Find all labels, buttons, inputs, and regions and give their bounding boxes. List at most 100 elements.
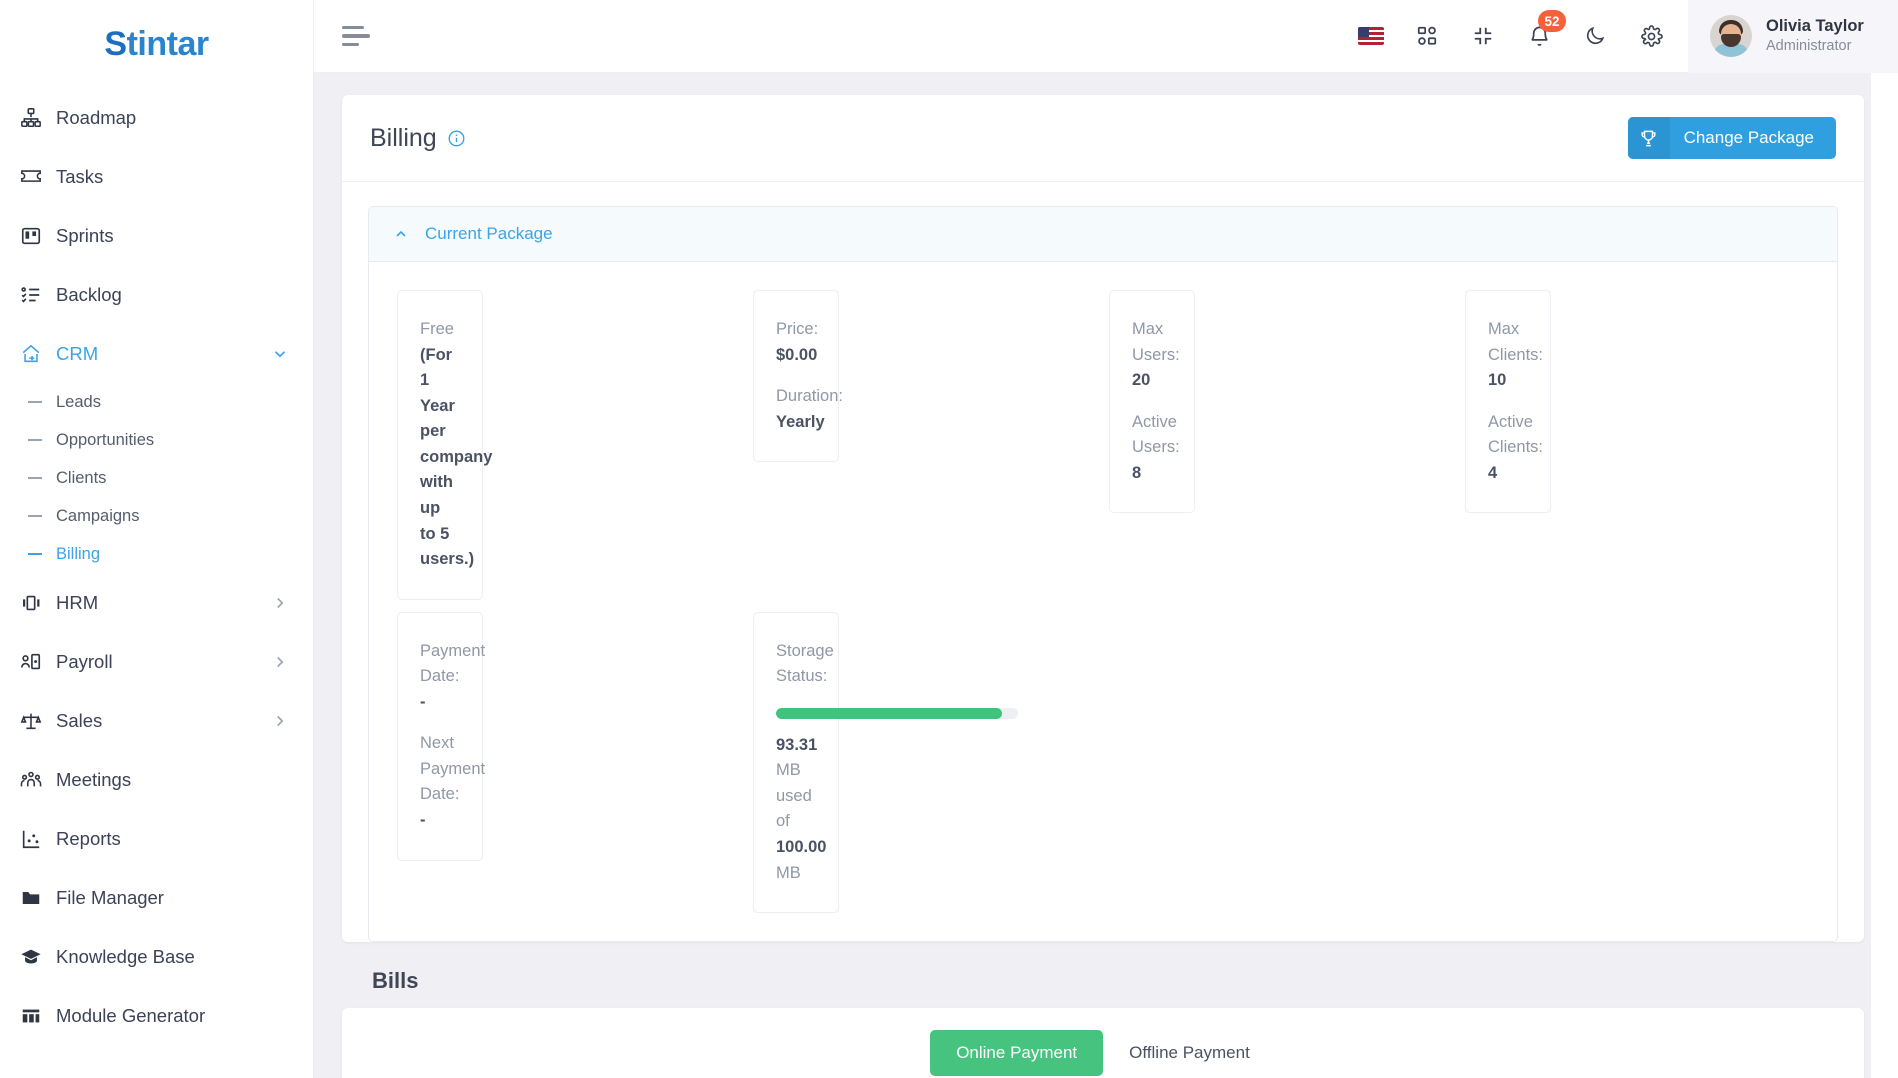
storage-progress-bar — [776, 707, 1018, 719]
sidebar-item-label: HRM — [56, 591, 99, 613]
sidebar-item-sprints[interactable]: Sprints — [0, 206, 313, 265]
tile-storage: Storage Status: 93.31 MB used of 100.00 … — [753, 611, 1018, 914]
duration-label: Duration: — [776, 387, 843, 406]
sidebar-item-file-manager[interactable]: File Manager — [0, 868, 313, 927]
user-menu[interactable]: Olivia Taylor Administrator — [1688, 0, 1898, 73]
chevron-up-icon — [393, 226, 409, 242]
module-icon — [18, 1003, 44, 1029]
payment-date-value: - — [420, 692, 426, 711]
sidebar-item-clients[interactable]: Clients — [0, 459, 313, 497]
storage-label: Storage Status: — [776, 641, 834, 686]
sidebar-item-leads[interactable]: Leads — [0, 383, 313, 421]
max-clients-row: Max Clients: 10 — [1488, 317, 1543, 394]
tile-price-wrap: Price: $0.00 Duration: Yearly — [747, 284, 1103, 606]
price-label: Price: — [776, 320, 819, 338]
plan-description-text: (For 1 Year per company with up to 5 use… — [420, 345, 493, 569]
info-circle-icon[interactable] — [447, 129, 466, 148]
people-icon — [18, 767, 44, 793]
page-scrollbar[interactable] — [1871, 73, 1898, 1078]
page-title: Billing — [370, 124, 466, 153]
sidebar-item-knowledge-base[interactable]: Knowledge Base — [0, 927, 313, 986]
sidebar-item-label: Roadmap — [56, 106, 137, 128]
sidebar-item-sales[interactable]: Sales — [0, 691, 313, 750]
sidebar-subitem-label: Clients — [56, 468, 107, 487]
sidebar-item-meetings[interactable]: Meetings — [0, 750, 313, 809]
tab-online-payment[interactable]: Online Payment — [930, 1030, 1104, 1077]
current-package-label: Current Package — [425, 224, 553, 243]
active-users-row: Active Users: 8 — [1132, 410, 1180, 487]
dash-icon — [28, 401, 42, 403]
fullscreen-toggle-button[interactable] — [1468, 21, 1498, 51]
user-role: Administrator — [1766, 38, 1852, 55]
price-row: Price: $0.00 — [776, 317, 819, 368]
payment-tabs: Online Payment Offline Payment — [342, 1008, 1864, 1078]
chevron-right-icon — [271, 594, 289, 612]
sidebar-item-crm[interactable]: CRM — [0, 324, 313, 383]
payroll-icon — [18, 649, 44, 675]
ticket-icon — [18, 164, 44, 190]
dash-icon — [28, 515, 42, 517]
sidebar-item-backlog[interactable]: Backlog — [0, 265, 313, 324]
crm-icon — [18, 341, 44, 367]
payment-date-row: Payment Date: - — [420, 639, 485, 716]
list-check-icon — [18, 282, 44, 308]
storage-usage-text: 93.31 MB used of 100.00 MB — [776, 733, 826, 886]
tab-offline-payment[interactable]: Offline Payment — [1103, 1030, 1276, 1076]
storage-total-value: 100.00 — [776, 838, 827, 856]
tile-clients-wrap: Max Clients: 10 Active Clients: 4 — [1459, 284, 1815, 606]
moon-icon — [1586, 26, 1605, 45]
sidebar-item-tasks[interactable]: Tasks — [0, 147, 313, 206]
page-title-text: Billing — [370, 123, 437, 152]
active-clients-value: 4 — [1488, 463, 1498, 482]
sidebar-item-payroll[interactable]: Payroll — [0, 632, 313, 691]
tile-clients: Max Clients: 10 Active Clients: 4 — [1465, 290, 1551, 514]
tile-storage-wrap: Storage Status: 93.31 MB used of 100.00 … — [747, 606, 1103, 920]
settings-button[interactable] — [1636, 21, 1666, 51]
sidebar-item-label: Meetings — [56, 768, 132, 790]
max-clients-label: Max Clients: — [1488, 320, 1544, 364]
notifications-button[interactable]: 52 — [1524, 10, 1566, 51]
us-flag-icon — [1358, 27, 1384, 45]
sidebar-item-opportunities[interactable]: Opportunities — [0, 421, 313, 459]
dark-mode-toggle-button[interactable] — [1580, 21, 1610, 51]
max-clients-value: 10 — [1488, 371, 1507, 390]
next-payment-date-label: Next Payment Date: — [420, 734, 486, 804]
tile-price: Price: $0.00 Duration: Yearly — [753, 290, 843, 463]
duration-row: Duration: Yearly — [776, 384, 843, 435]
current-package-panel: Current Package Free (For 1 Year per com… — [368, 206, 1838, 943]
apps-grid-button[interactable] — [1412, 21, 1442, 51]
brand-logo-text: tintar — [126, 24, 210, 63]
graduation-cap-icon — [18, 944, 44, 970]
language-selector[interactable] — [1356, 21, 1386, 51]
sidebar-item-label: File Manager — [56, 886, 164, 908]
sidebar-item-hrm[interactable]: HRM — [0, 573, 313, 632]
payment-date-label: Payment Date: — [420, 641, 486, 686]
topbar-icons: 52 — [1356, 10, 1666, 51]
avatar — [1710, 15, 1752, 57]
storage-used-value: 93.31 — [776, 735, 818, 754]
apps-grid-icon — [1417, 26, 1437, 45]
dash-icon — [28, 477, 42, 479]
current-package-header[interactable]: Current Package — [369, 207, 1837, 262]
active-users-value: 8 — [1132, 463, 1142, 482]
tile-payment-dates: Payment Date: - Next Payment Date: - — [397, 611, 486, 861]
sidebar-item-campaigns[interactable]: Campaigns — [0, 497, 313, 535]
sidebar-item-module-generator[interactable]: Module Generator — [0, 986, 313, 1045]
brand-logo[interactable]: Stintar — [0, 0, 313, 88]
change-package-button[interactable]: Change Package — [1627, 117, 1836, 159]
sidebar-item-billing[interactable]: Billing — [0, 535, 313, 573]
sidebar-item-label: Module Generator — [56, 1004, 206, 1026]
sidebar-item-roadmap[interactable]: Roadmap — [0, 88, 313, 147]
sidebar-subitem-label: Opportunities — [56, 430, 155, 449]
active-clients-row: Active Clients: 4 — [1488, 410, 1543, 487]
max-users-label: Max Users: — [1132, 320, 1180, 364]
menu-line — [342, 34, 370, 38]
main-region: 52 Olivia Taylor Administrator Billing C… — [314, 0, 1898, 1078]
menu-line — [342, 42, 359, 47]
chevron-right-icon — [271, 712, 289, 730]
active-users-label: Active Users: — [1132, 412, 1180, 457]
brand-logo-mark: S — [104, 24, 127, 63]
menu-toggle-button[interactable] — [342, 25, 374, 47]
max-users-row: Max Users: 20 — [1132, 317, 1180, 394]
sidebar-item-reports[interactable]: Reports — [0, 809, 313, 868]
